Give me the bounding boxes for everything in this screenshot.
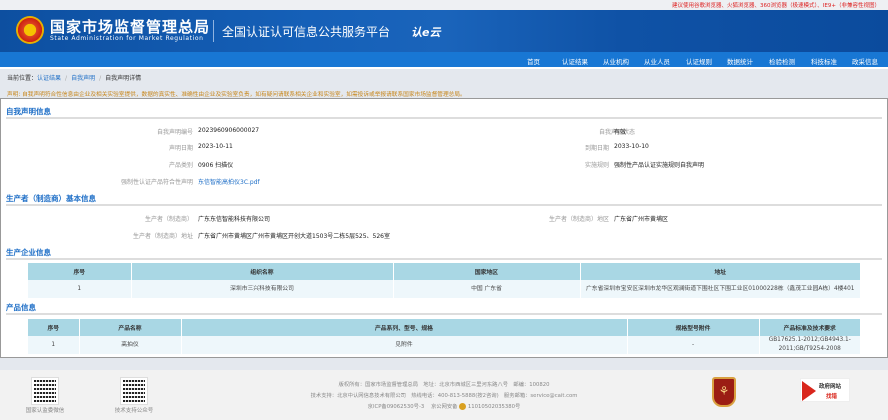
implementation-rule: 强制性产品认证实施规则自我声明 [614,162,705,169]
site-title[interactable]: 国家市场监督管理总局 [50,16,210,37]
breadcrumb-prefix: 当前位置： [7,75,38,82]
col-index: 序号 [28,263,132,280]
cell-model-spec: 见附件 [181,336,628,354]
declaration-date: 2023-10-11 [198,143,233,150]
col-standards: 产品标准及技术要求 [759,319,861,336]
flag-icon [802,381,816,401]
disclaimer-notice: 声明: 自我声明符合性信息由企业及相关实验室提供，数据的真实性、准确性由企业及实… [7,92,466,98]
browser-tip: 建议使用谷歌浏览器、火狐浏览器、360浏览器（极速模式）、IE9+（非兼容性视图… [672,3,880,9]
footer-support: 技术支持：北京中认网信息技术有限公司 热线电话：400-813-5888(按2咨… [310,393,578,399]
nav-institutions[interactable]: 从业机构 [603,56,629,66]
nav-procurement[interactable]: 政采信息 [852,56,878,66]
nav-testing[interactable]: 检验检测 [769,56,795,66]
divider [6,258,882,260]
product-category: 0906 扫描仪 [198,162,234,169]
col-model-spec: 产品系列、型号、规格 [181,319,628,336]
conformity-file-link[interactable]: 东信智能高拍仪3C.pdf [198,179,260,186]
section-producer-heading: 生产者（制造商）基本信息 [6,194,96,203]
field-label: 实施规则 [584,162,609,169]
factory-table: 序号 组织名称 国家地区 地址 1 深圳市三兴科技有限公司 中国 广东省 广东省… [28,263,861,298]
producer-name: 广东东信智能科技有限公司 [198,216,271,223]
nav-statistics[interactable]: 数据统计 [727,56,753,66]
expiry-date: 2033-10-10 [614,143,649,150]
cell-org-name: 深圳市三兴科技有限公司 [131,280,394,298]
nav-cert-results[interactable]: 认证结果 [562,56,588,66]
footer-copyright: 版权所有：国家市场监督管理总局 地址：北京市西城区三里河东路八号 邮编：1008… [338,382,550,388]
gov-site-label: 政府网站 [819,384,842,390]
breadcrumb: 当前位置：认证结果 / 自我声明 / 自我声明详情 [7,75,142,82]
nav-rules[interactable]: 认证规则 [686,56,712,66]
divider [6,204,882,206]
field-label: 产品类别 [168,162,193,169]
cell-country-region: 中国 广东省 [393,280,581,298]
table-row: 1 高拍仪 见附件 - GB17625.1-2012;GB4943.1-2011… [28,336,861,354]
field-label: 生产者（制造商） [144,216,193,223]
product-table: 序号 产品名称 产品系列、型号、规格 规格型号附件 产品标准及技术要求 1 高拍… [28,319,861,354]
cell-standards: GB17625.1-2012;GB4943.1-2011;GB/T9254-20… [759,336,861,354]
section-product-heading: 产品信息 [6,303,36,312]
party-organ-badge-icon[interactable]: ⚘ [712,377,736,407]
police-number[interactable]: 11010502035380号 [468,404,520,410]
site-title-en: State Administration for Market Regulati… [50,35,204,42]
field-label: 生产者（制造商）地区 [548,216,609,223]
icp-number[interactable]: 京ICP备09062530号-3 [368,404,425,410]
footer-icp: 京ICP备09062530号-3 京公网安备 11010502035380号 [0,402,888,410]
field-label: 强制性认证产品符合性声明 [120,179,193,186]
cell-index: 1 [28,280,132,298]
section-factory-heading: 生产企业信息 [6,248,51,257]
nav-standards[interactable]: 科技标准 [811,56,837,66]
col-address: 地址 [580,263,861,280]
field-label: 到期日期 [584,145,609,152]
conformity-file: 东信智能高拍仪3C.pdf [198,177,260,186]
gov-site-error-report[interactable]: 政府网站 找错 [800,378,850,402]
police-label: 京公网安备 [430,404,458,410]
col-country-region: 国家地区 [393,263,581,280]
col-org-name: 组织名称 [131,263,394,280]
cell-index: 1 [28,336,80,354]
breadcrumb-current: 自我声明详情 [105,75,142,82]
report-error-label: 找错 [826,394,838,400]
police-badge-icon [459,403,467,410]
cell-model-attachment: - [627,336,760,354]
nav-personnel[interactable]: 从业人员 [644,56,670,66]
field-label: 声明日期 [168,145,193,152]
footer: 国家认监委微信 技术支持公众号 版权所有：国家市场监督管理总局 地址：北京市西城… [0,370,888,420]
breadcrumb-self-declaration[interactable]: 自我声明 [71,75,95,82]
declaration-number: 2023960906000027 [198,127,260,134]
cell-address: 广东省深圳市宝安区深圳市龙华区观澜街道下围社区下围工业区01000228栋（鑫茂… [580,280,861,298]
national-emblem-icon [16,16,44,44]
breadcrumb-cert-results[interactable]: 认证结果 [37,75,61,82]
col-model-attachment: 规格型号附件 [627,319,760,336]
divider [6,313,882,315]
main-nav: 首页 认证结果 从业机构 从业人员 认证规则 数据统计 检验检测 科技标准 政采… [0,52,888,69]
nav-home[interactable]: 首页 [527,56,540,66]
col-index: 序号 [28,319,80,336]
detail-panel: 自我声明信息 自我声明编号 2023960906000027 自我声明状态 有效… [0,98,888,358]
table-header-row: 序号 组织名称 国家地区 地址 [28,263,861,280]
col-product-name: 产品名称 [79,319,182,336]
header: 国家市场监督管理总局 State Administration for Mark… [0,10,888,52]
producer-address: 广东省广州市黄埔区广州市黄埔区开创大道1503号二栋5层525、526室 [198,233,390,240]
section-declaration-heading: 自我声明信息 [6,107,51,116]
field-label: 生产者（制造商）地址 [132,233,193,240]
producer-region: 广东省广州市黄埔区 [614,216,669,223]
divider [6,117,882,119]
declaration-status: 有效 [614,129,627,136]
cell-product-name: 高拍仪 [79,336,182,354]
divider [213,20,214,42]
brand-logo: 认e云 [411,26,441,39]
table-row: 1 深圳市三兴科技有限公司 中国 广东省 广东省深圳市宝安区深圳市龙华区观澜街道… [28,280,861,298]
platform-title: 全国认证认可信息公共服务平台 [222,25,391,39]
top-bar: 建议使用谷歌浏览器、火狐浏览器、360浏览器（极速模式）、IE9+（非兼容性视图… [0,0,888,10]
table-header-row: 序号 产品名称 产品系列、型号、规格 规格型号附件 产品标准及技术要求 [28,319,861,336]
field-label: 自我声明编号 [156,129,193,136]
